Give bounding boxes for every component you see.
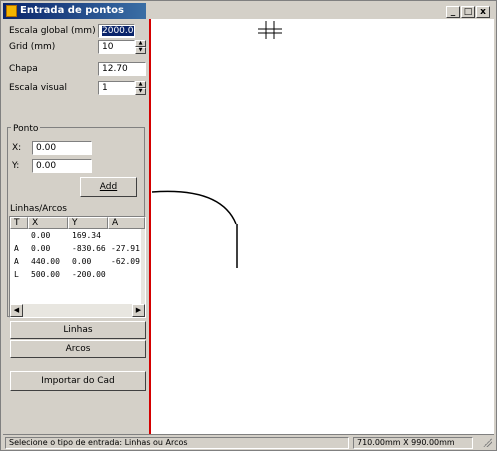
grid-input[interactable]: 10 [98, 40, 135, 54]
minimize-icon[interactable]: _ [446, 6, 460, 18]
cell-y: -200.00 [72, 270, 106, 279]
cell-t: L [14, 270, 19, 279]
cell-x: 500.00 [31, 270, 60, 279]
cell-a: -62.09 [111, 257, 140, 266]
chapa-input[interactable]: 12.70 [98, 62, 146, 76]
arc-segment [151, 190, 237, 225]
spin-down-icon[interactable]: ▼ [135, 88, 146, 95]
cell-t: A [14, 244, 19, 253]
column-header-t[interactable]: T [10, 217, 28, 229]
cell-x: 0.00 [31, 244, 51, 253]
cell-x: 440.00 [31, 257, 60, 266]
title-bar: Entrada de pontos [3, 3, 146, 19]
vertical-scroll-track[interactable] [141, 229, 145, 304]
importar-do-cad-button[interactable]: Importar do Cad [10, 371, 146, 391]
cell-x: 0.00 [31, 231, 51, 240]
spin-up-icon[interactable]: ▲ [135, 81, 146, 88]
y-input[interactable]: 0.00 [32, 159, 92, 173]
grid-label: Grid (mm) [9, 42, 56, 52]
x-input[interactable]: 0.00 [32, 141, 92, 155]
x-label: X: [12, 143, 22, 153]
spin-down-icon[interactable]: ▼ [135, 47, 146, 54]
column-header-a[interactable]: A [108, 217, 145, 229]
visual-scale-input[interactable]: 1 [98, 81, 135, 95]
status-message: Selecione o tipo de entrada: Linhas ou A… [5, 437, 349, 449]
chapa-label: Chapa [9, 64, 38, 74]
visual-scale-label: Escala visual [9, 83, 67, 93]
cell-y: 169.34 [72, 231, 101, 240]
status-bar: Selecione o tipo de entrada: Linhas ou A… [3, 434, 494, 449]
app-icon [6, 5, 17, 17]
ponto-group-title: Ponto [11, 124, 41, 134]
global-scale-value: 2000.00 [102, 26, 134, 36]
column-header-x[interactable]: X [28, 217, 68, 229]
scroll-left-icon[interactable]: ◀ [10, 304, 23, 317]
global-scale-input[interactable]: 2000.00 [98, 24, 135, 38]
linhas-button[interactable]: Linhas [10, 321, 146, 339]
list-title: Linhas/Arcos [10, 204, 67, 214]
close-icon[interactable]: x [476, 6, 490, 18]
spin-up-icon[interactable]: ▲ [135, 40, 146, 47]
y-label: Y: [12, 161, 20, 171]
add-button[interactable]: Add [80, 177, 137, 197]
cell-a: -27.91 [111, 244, 140, 253]
column-header-y[interactable]: Y [68, 217, 108, 229]
entrada-de-pontos-window: Entrada de pontos _ □ x Escala global (m… [0, 0, 497, 451]
cell-t: A [14, 257, 19, 266]
cell-y: 0.00 [72, 257, 92, 266]
global-scale-label: Escala global (mm) [9, 26, 96, 36]
window-title: Entrada de pontos [20, 5, 124, 16]
visual-scale-spinner[interactable]: ▲ ▼ [135, 81, 146, 95]
origin-crosshair-icon [258, 21, 282, 39]
status-dimensions: 710.00mm X 990.00mm [353, 437, 473, 449]
drawing-svg [151, 21, 282, 268]
lines-arcs-list[interactable]: T X Y A 0.00 169.34 A 0.00 -830.66 -27.9… [9, 216, 146, 318]
scroll-right-icon[interactable]: ▶ [132, 304, 145, 317]
resize-grip-icon[interactable] [482, 437, 492, 447]
drawing-canvas[interactable] [151, 19, 494, 434]
grid-spinner[interactable]: ▲ ▼ [135, 40, 146, 54]
horizontal-scrollbar[interactable]: ◀ ▶ [10, 304, 145, 317]
arcos-button[interactable]: Arcos [10, 340, 146, 358]
cell-y: -830.66 [72, 244, 106, 253]
window-controls: _ □ x [446, 6, 490, 18]
maximize-icon[interactable]: □ [461, 6, 475, 18]
